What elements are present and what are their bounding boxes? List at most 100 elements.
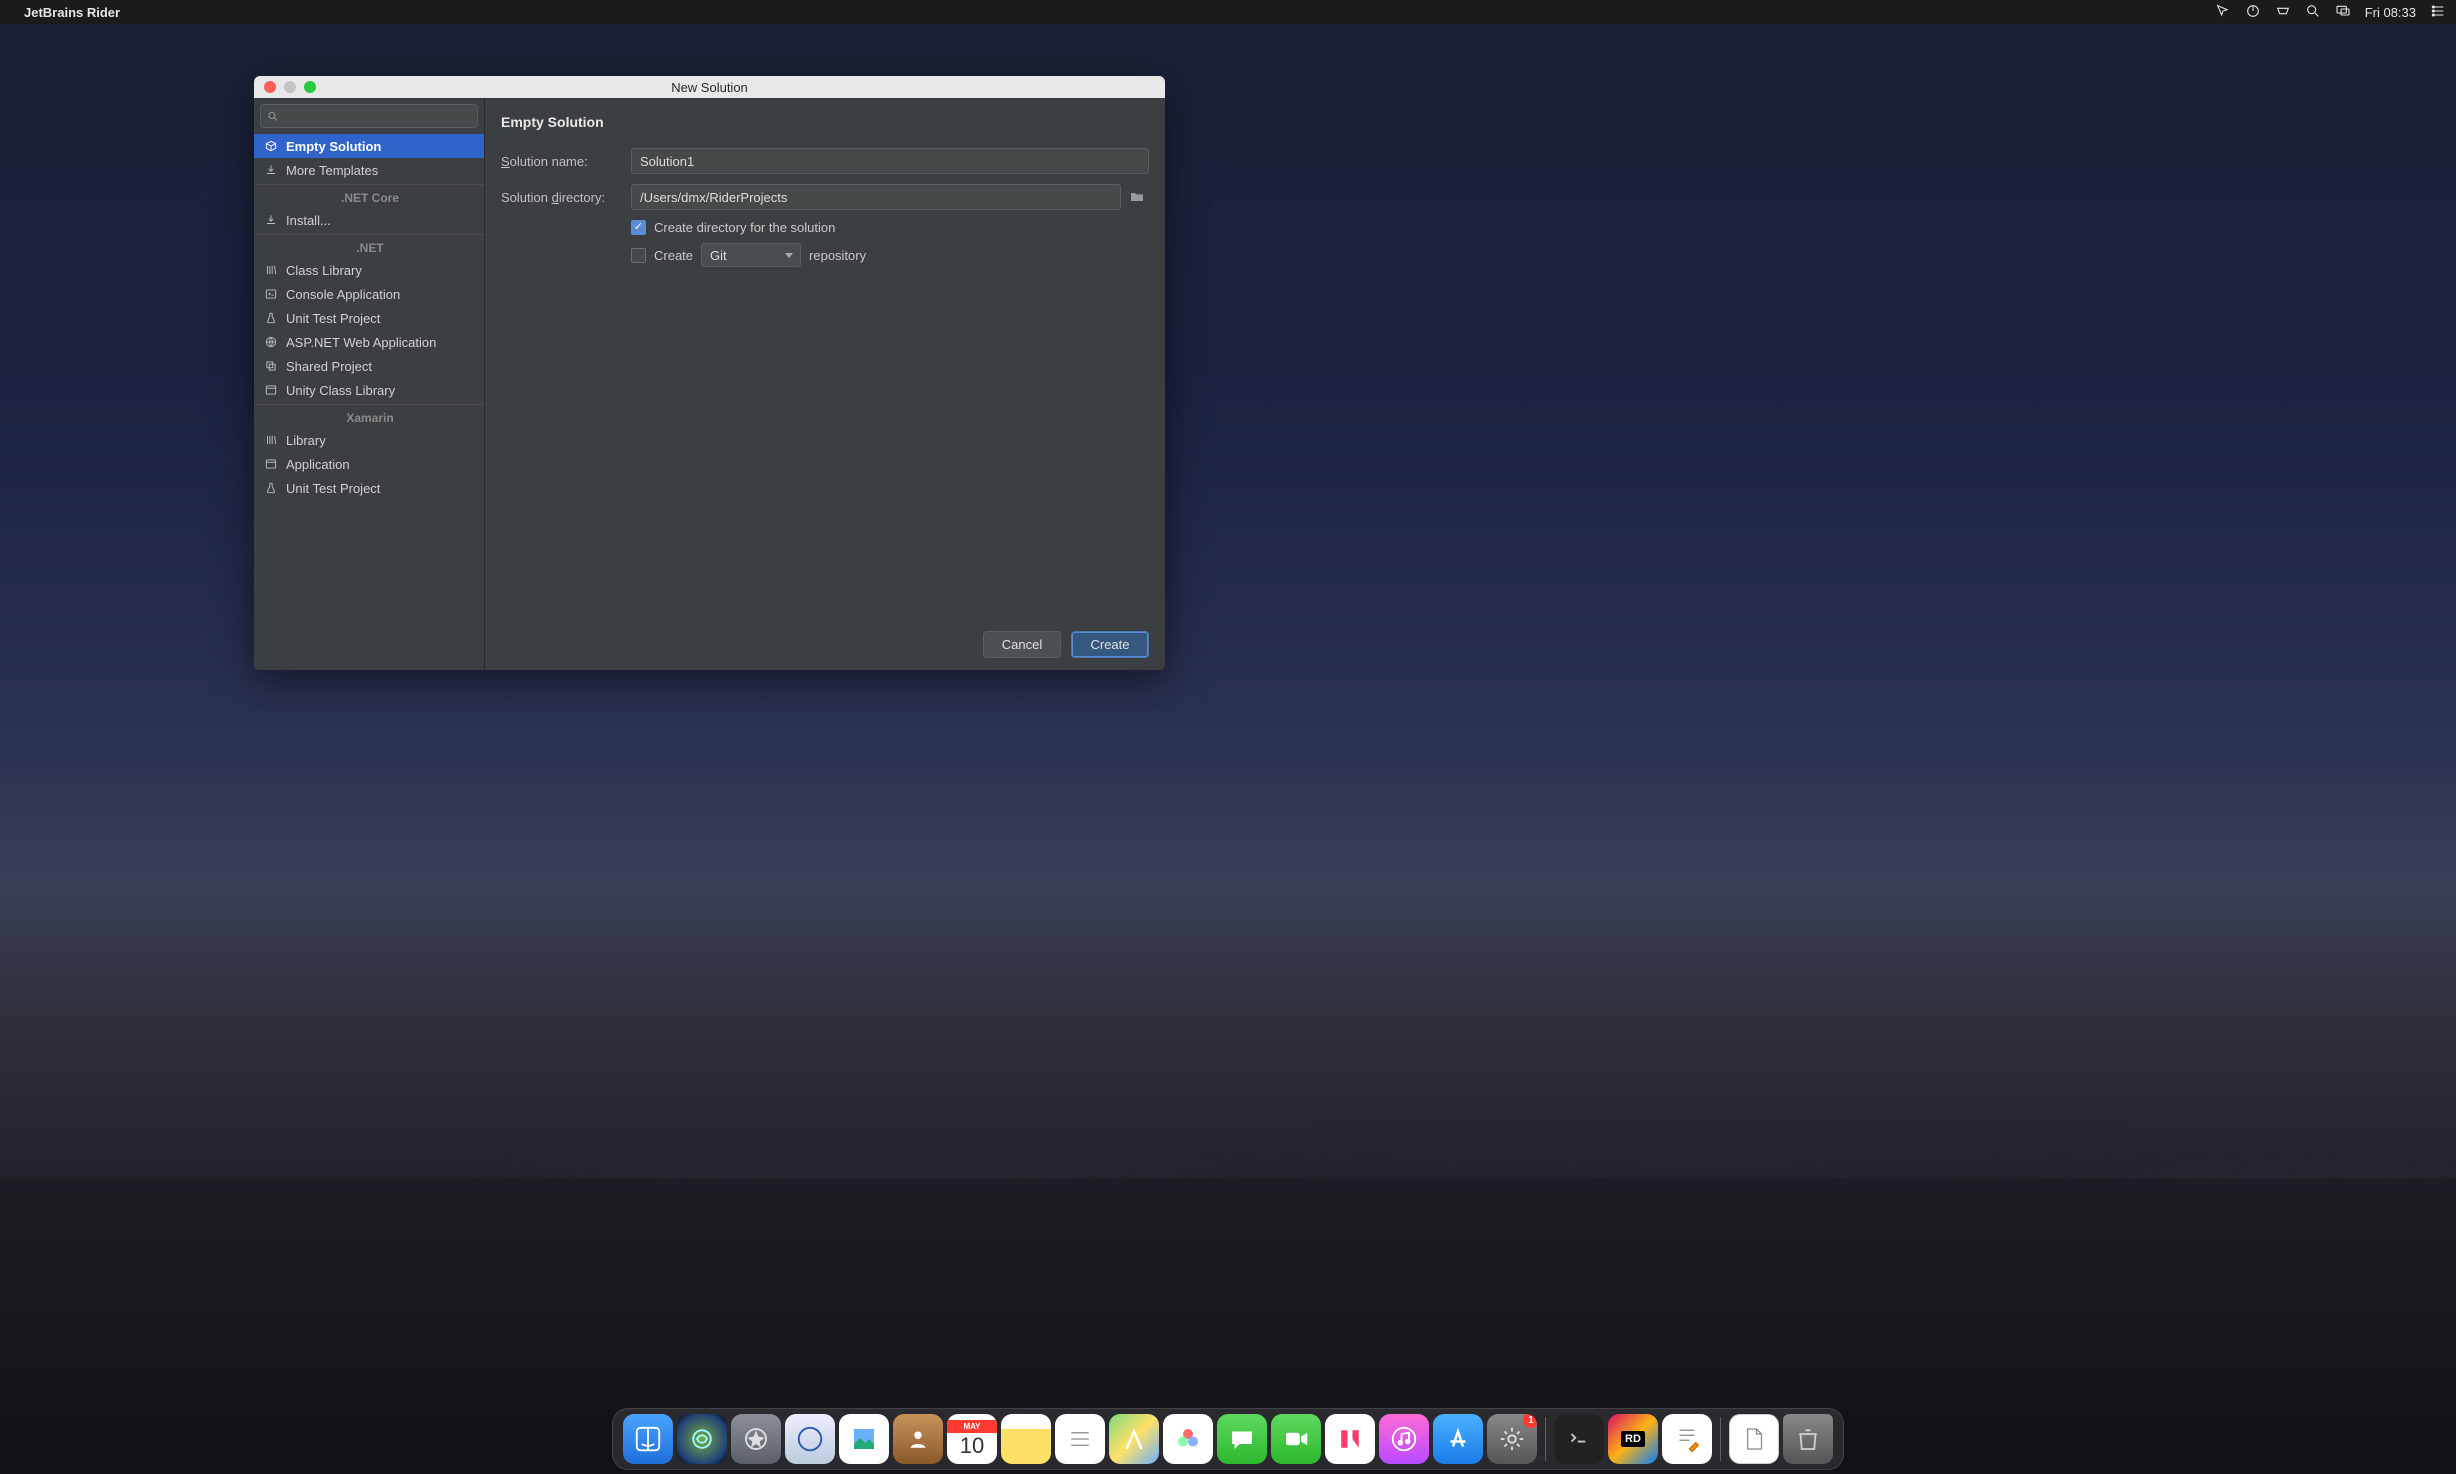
template-item[interactable]: Unit Test Project	[254, 306, 484, 330]
status-spotlight-icon[interactable]	[2305, 3, 2321, 22]
dock-separator	[1545, 1417, 1546, 1461]
dock-app-contacts[interactable]	[893, 1414, 943, 1464]
dock-app-appstore[interactable]	[1433, 1414, 1483, 1464]
dock-document[interactable]	[1729, 1414, 1779, 1464]
dock-app-siri[interactable]	[677, 1414, 727, 1464]
template-item-label: Install...	[286, 213, 331, 228]
window-zoom-button[interactable]	[304, 81, 316, 93]
dock-app-photos[interactable]	[1163, 1414, 1213, 1464]
template-list: Empty Solution More Templates .NET Core Ins…	[254, 134, 484, 500]
download-icon	[264, 213, 278, 227]
template-item[interactable]: Shared Project	[254, 354, 484, 378]
new-solution-dialog: New Solution Empty Solution More Template…	[254, 76, 1165, 670]
dock-app-safari[interactable]	[785, 1414, 835, 1464]
macos-dock: MAY10 1 RD	[612, 1408, 1844, 1470]
dock-app-facetime[interactable]	[1271, 1414, 1321, 1464]
template-item-label: Empty Solution	[286, 139, 381, 154]
template-search-input[interactable]	[283, 109, 471, 123]
template-item-label: Unit Test Project	[286, 311, 380, 326]
dock-app-news[interactable]	[1325, 1414, 1375, 1464]
cancel-button[interactable]: Cancel	[983, 631, 1061, 658]
dock-app-itunes[interactable]	[1379, 1414, 1429, 1464]
search-icon	[267, 110, 279, 123]
globe-icon	[264, 335, 278, 349]
solution-name-input[interactable]	[631, 148, 1149, 174]
template-item-label: Unity Class Library	[286, 383, 395, 398]
status-power-icon[interactable]	[2245, 3, 2261, 22]
create-repository-checkbox[interactable]	[631, 248, 646, 263]
dock-app-reminders[interactable]	[1055, 1414, 1105, 1464]
dock-trash[interactable]	[1783, 1414, 1833, 1464]
template-item[interactable]: Console Application	[254, 282, 484, 306]
template-item-label: Application	[286, 457, 350, 472]
status-control-center-icon[interactable]	[2430, 3, 2446, 22]
dock-app-maps[interactable]	[1109, 1414, 1159, 1464]
dock-app-image[interactable]	[839, 1414, 889, 1464]
template-search-field[interactable]	[260, 104, 478, 128]
box-icon	[264, 139, 278, 153]
vcs-select[interactable]: Git	[701, 243, 801, 267]
vcs-select-value: Git	[710, 248, 727, 263]
library-icon	[264, 263, 278, 277]
window-minimize-button[interactable]	[284, 81, 296, 93]
template-item-label: Library	[286, 433, 326, 448]
window-icon	[264, 457, 278, 471]
create-repo-suffix: repository	[809, 248, 866, 263]
template-form-panel: Empty Solution Solution name: Solution d…	[485, 98, 1165, 670]
dock-app-messages[interactable]	[1217, 1414, 1267, 1464]
template-item[interactable]: Empty Solution	[254, 134, 484, 158]
active-app-name[interactable]: JetBrains Rider	[24, 5, 120, 20]
template-section-header: .NET Core	[254, 184, 484, 208]
template-item[interactable]: ASP.NET Web Application	[254, 330, 484, 354]
template-sidebar: Empty Solution More Templates .NET Core Ins…	[254, 98, 485, 670]
create-repo-prefix: Create	[654, 248, 693, 263]
status-notifications-icon[interactable]	[2275, 3, 2291, 22]
macos-menubar: JetBrains Rider Fri 08:33	[0, 0, 2456, 24]
folder-icon	[1129, 189, 1145, 205]
dock-badge: 1	[1523, 1414, 1537, 1428]
create-directory-checkbox[interactable]	[631, 220, 646, 235]
template-item[interactable]: Class Library	[254, 258, 484, 282]
template-item[interactable]: Application	[254, 452, 484, 476]
window-close-button[interactable]	[264, 81, 276, 93]
rider-label: RD	[1621, 1431, 1645, 1447]
shared-icon	[264, 359, 278, 373]
create-button[interactable]: Create	[1071, 631, 1149, 658]
calendar-day: 10	[960, 1433, 984, 1459]
dock-app-preferences[interactable]: 1	[1487, 1414, 1537, 1464]
create-directory-label: Create directory for the solution	[654, 220, 835, 235]
template-item[interactable]: More Templates	[254, 158, 484, 182]
template-item-label: Shared Project	[286, 359, 372, 374]
status-cursor-icon[interactable]	[2215, 3, 2231, 22]
dock-app-notes[interactable]	[1001, 1414, 1051, 1464]
template-item[interactable]: Unit Test Project	[254, 476, 484, 500]
dock-app-calendar[interactable]: MAY10	[947, 1414, 997, 1464]
template-item[interactable]: Unity Class Library	[254, 378, 484, 402]
menubar-clock[interactable]: Fri 08:33	[2365, 5, 2416, 20]
download-icon	[264, 163, 278, 177]
dock-app-textedit[interactable]	[1662, 1414, 1712, 1464]
dialog-title: New Solution	[254, 80, 1165, 95]
solution-directory-input[interactable]	[631, 184, 1121, 210]
test-icon	[264, 311, 278, 325]
template-item-label: More Templates	[286, 163, 378, 178]
template-item[interactable]: Library	[254, 428, 484, 452]
template-item[interactable]: Install...	[254, 208, 484, 232]
dock-app-launchpad[interactable]	[731, 1414, 781, 1464]
browse-directory-button[interactable]	[1125, 185, 1149, 209]
template-section-header: .NET	[254, 234, 484, 258]
template-item-label: Unit Test Project	[286, 481, 380, 496]
dock-app-rider[interactable]: RD	[1608, 1414, 1658, 1464]
template-item-label: ASP.NET Web Application	[286, 335, 436, 350]
status-screen-mirroring-icon[interactable]	[2335, 3, 2351, 22]
dialog-titlebar[interactable]: New Solution	[254, 76, 1165, 98]
template-item-label: Class Library	[286, 263, 362, 278]
dock-separator-2	[1720, 1417, 1721, 1461]
calendar-month: MAY	[947, 1420, 997, 1433]
dock-app-terminal[interactable]	[1554, 1414, 1604, 1464]
library-icon	[264, 433, 278, 447]
dock-app-finder[interactable]	[623, 1414, 673, 1464]
window-icon	[264, 383, 278, 397]
form-heading: Empty Solution	[501, 114, 1149, 130]
console-icon	[264, 287, 278, 301]
